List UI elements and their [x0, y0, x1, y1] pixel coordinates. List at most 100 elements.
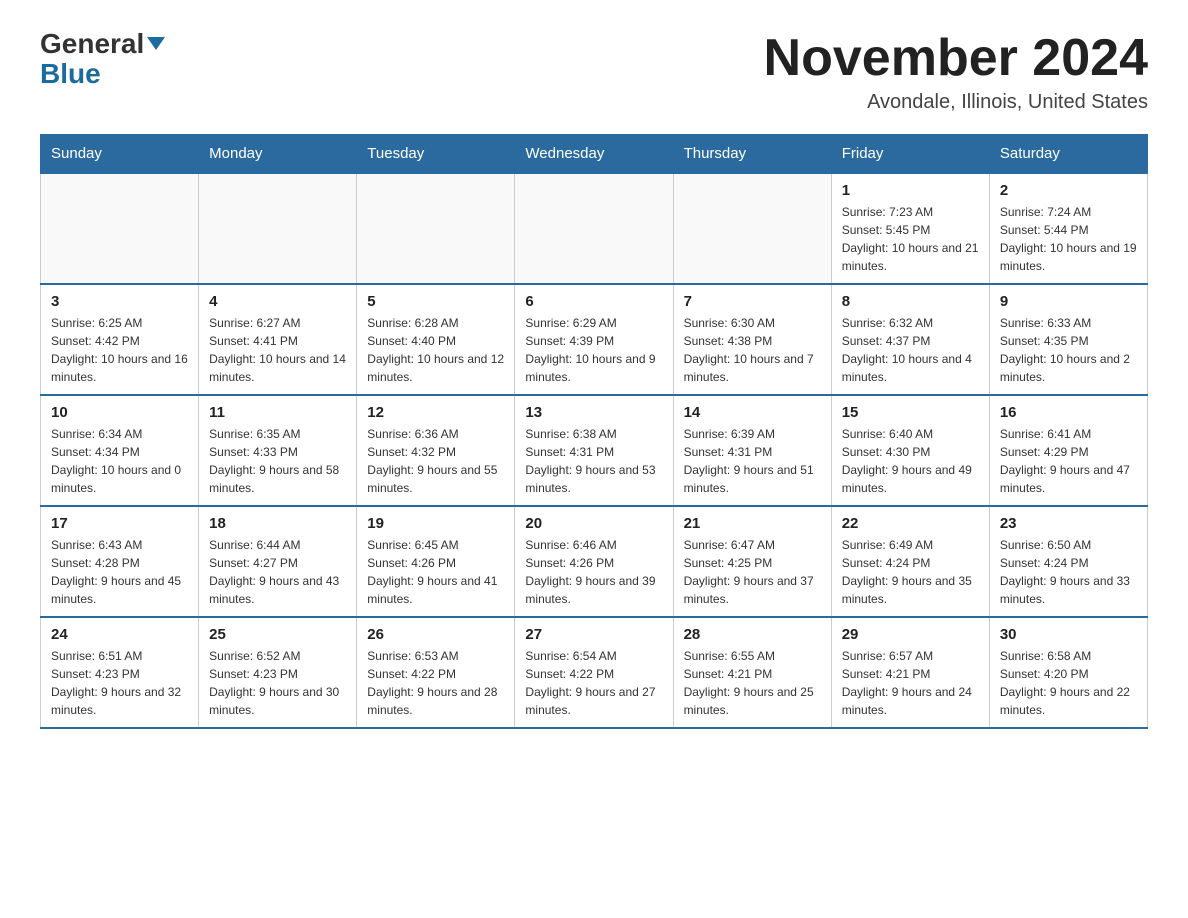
table-row: 24 Sunrise: 6:51 AM Sunset: 4:23 PM Dayli…: [41, 617, 199, 728]
table-row: 29 Sunrise: 6:57 AM Sunset: 4:21 PM Dayli…: [831, 617, 989, 728]
table-row: [41, 173, 199, 284]
sun-info: Sunrise: 6:50 AM Sunset: 4:24 PM Dayligh…: [1000, 536, 1137, 608]
day-number: 4: [209, 293, 346, 310]
table-row: 6Sunrise: 6:29 AM Sunset: 4:39 PM Daylig…: [515, 284, 673, 395]
col-saturday: Saturday: [989, 135, 1147, 174]
table-row: 8 Sunrise: 6:32 AM Sunset: 4:37 PM Daylig…: [831, 284, 989, 395]
table-row: 5Sunrise: 6:28 AM Sunset: 4:40 PM Daylig…: [357, 284, 515, 395]
sun-info: Sunrise: 6:47 AM Sunset: 4:25 PM Dayligh…: [684, 536, 821, 608]
col-monday: Monday: [199, 135, 357, 174]
sun-info: Sunrise: 6:53 AM Sunset: 4:22 PM Dayligh…: [367, 647, 504, 719]
sun-info: Sunrise: 6:58 AM Sunset: 4:20 PM Dayligh…: [1000, 647, 1137, 719]
sun-info: Sunrise: 6:35 AM Sunset: 4:33 PM Dayligh…: [209, 425, 346, 497]
sun-info: Sunrise: 6:33 AM Sunset: 4:35 PM Dayligh…: [1000, 314, 1137, 386]
table-row: 3Sunrise: 6:25 AM Sunset: 4:42 PM Daylig…: [41, 284, 199, 395]
sun-info: Sunrise: 6:44 AM Sunset: 4:27 PM Dayligh…: [209, 536, 346, 608]
table-row: 16 Sunrise: 6:41 AM Sunset: 4:29 PM Dayli…: [989, 395, 1147, 506]
table-row: 12 Sunrise: 6:36 AM Sunset: 4:32 PM Dayli…: [357, 395, 515, 506]
logo-general: General: [40, 30, 165, 58]
table-row: 18 Sunrise: 6:44 AM Sunset: 4:27 PM Dayli…: [199, 506, 357, 617]
day-number: 22: [842, 515, 979, 532]
sun-info: Sunrise: 6:32 AM Sunset: 4:37 PM Dayligh…: [842, 314, 979, 386]
day-number: 10: [51, 404, 188, 421]
sun-info: Sunrise: 6:46 AM Sunset: 4:26 PM Dayligh…: [525, 536, 662, 608]
calendar-week-row: 1 Sunrise: 7:23 AM Sunset: 5:45 PM Daylig…: [41, 173, 1148, 284]
day-number: 12: [367, 404, 504, 421]
col-wednesday: Wednesday: [515, 135, 673, 174]
day-number: 11: [209, 404, 346, 421]
table-row: 14 Sunrise: 6:39 AM Sunset: 4:31 PM Dayli…: [673, 395, 831, 506]
calendar-week-row: 24 Sunrise: 6:51 AM Sunset: 4:23 PM Dayli…: [41, 617, 1148, 728]
sun-info: Sunrise: 6:40 AM Sunset: 4:30 PM Dayligh…: [842, 425, 979, 497]
day-number: 28: [684, 626, 821, 643]
table-row: 23 Sunrise: 6:50 AM Sunset: 4:24 PM Dayli…: [989, 506, 1147, 617]
month-title: November 2024: [764, 30, 1148, 87]
calendar-week-row: 3Sunrise: 6:25 AM Sunset: 4:42 PM Daylig…: [41, 284, 1148, 395]
day-number: 21: [684, 515, 821, 532]
sun-info: Sunrise: 6:52 AM Sunset: 4:23 PM Dayligh…: [209, 647, 346, 719]
table-row: 25 Sunrise: 6:52 AM Sunset: 4:23 PM Dayli…: [199, 617, 357, 728]
sun-info: Sunrise: 6:55 AM Sunset: 4:21 PM Dayligh…: [684, 647, 821, 719]
sun-info: Sunrise: 6:57 AM Sunset: 4:21 PM Dayligh…: [842, 647, 979, 719]
page-header: General Blue November 2024 Avondale, Ill…: [40, 30, 1148, 114]
sun-info: Sunrise: 6:39 AM Sunset: 4:31 PM Dayligh…: [684, 425, 821, 497]
table-row: 21 Sunrise: 6:47 AM Sunset: 4:25 PM Dayli…: [673, 506, 831, 617]
day-number: 29: [842, 626, 979, 643]
col-sunday: Sunday: [41, 135, 199, 174]
table-row: 17 Sunrise: 6:43 AM Sunset: 4:28 PM Dayli…: [41, 506, 199, 617]
table-row: 13Sunrise: 6:38 AM Sunset: 4:31 PM Dayli…: [515, 395, 673, 506]
table-row: [515, 173, 673, 284]
table-row: [673, 173, 831, 284]
sun-info: Sunrise: 6:49 AM Sunset: 4:24 PM Dayligh…: [842, 536, 979, 608]
sun-info: Sunrise: 6:51 AM Sunset: 4:23 PM Dayligh…: [51, 647, 188, 719]
sun-info: Sunrise: 6:43 AM Sunset: 4:28 PM Dayligh…: [51, 536, 188, 608]
table-row: 22 Sunrise: 6:49 AM Sunset: 4:24 PM Dayli…: [831, 506, 989, 617]
day-number: 19: [367, 515, 504, 532]
table-row: 10 Sunrise: 6:34 AM Sunset: 4:34 PM Dayli…: [41, 395, 199, 506]
sun-info: Sunrise: 7:23 AM Sunset: 5:45 PM Dayligh…: [842, 203, 979, 275]
table-row: 1 Sunrise: 7:23 AM Sunset: 5:45 PM Daylig…: [831, 173, 989, 284]
day-number: 3: [51, 293, 188, 310]
day-number: 14: [684, 404, 821, 421]
calendar-table: Sunday Monday Tuesday Wednesday Thursday…: [40, 134, 1148, 729]
table-row: 4 Sunrise: 6:27 AM Sunset: 4:41 PM Daylig…: [199, 284, 357, 395]
day-number: 30: [1000, 626, 1137, 643]
day-number: 1: [842, 182, 979, 199]
sun-info: Sunrise: 6:34 AM Sunset: 4:34 PM Dayligh…: [51, 425, 188, 497]
col-thursday: Thursday: [673, 135, 831, 174]
day-number: 16: [1000, 404, 1137, 421]
calendar-week-row: 10 Sunrise: 6:34 AM Sunset: 4:34 PM Dayli…: [41, 395, 1148, 506]
day-number: 23: [1000, 515, 1137, 532]
table-row: 19Sunrise: 6:45 AM Sunset: 4:26 PM Dayli…: [357, 506, 515, 617]
day-number: 2: [1000, 182, 1137, 199]
calendar-header-row: Sunday Monday Tuesday Wednesday Thursday…: [41, 135, 1148, 174]
table-row: 26 Sunrise: 6:53 AM Sunset: 4:22 PM Dayli…: [357, 617, 515, 728]
table-row: 9 Sunrise: 6:33 AM Sunset: 4:35 PM Daylig…: [989, 284, 1147, 395]
day-number: 7: [684, 293, 821, 310]
day-number: 6: [525, 293, 662, 310]
table-row: 28 Sunrise: 6:55 AM Sunset: 4:21 PM Dayli…: [673, 617, 831, 728]
table-row: 30 Sunrise: 6:58 AM Sunset: 4:20 PM Dayli…: [989, 617, 1147, 728]
day-number: 27: [525, 626, 662, 643]
day-number: 26: [367, 626, 504, 643]
table-row: [199, 173, 357, 284]
day-number: 25: [209, 626, 346, 643]
sun-info: Sunrise: 6:27 AM Sunset: 4:41 PM Dayligh…: [209, 314, 346, 386]
day-number: 24: [51, 626, 188, 643]
day-number: 15: [842, 404, 979, 421]
logo-blue: Blue: [40, 60, 101, 88]
sun-info: Sunrise: 6:28 AM Sunset: 4:40 PM Dayligh…: [367, 314, 504, 386]
table-row: 15 Sunrise: 6:40 AM Sunset: 4:30 PM Dayli…: [831, 395, 989, 506]
day-number: 8: [842, 293, 979, 310]
col-friday: Friday: [831, 135, 989, 174]
sun-info: Sunrise: 6:36 AM Sunset: 4:32 PM Dayligh…: [367, 425, 504, 497]
day-number: 18: [209, 515, 346, 532]
sun-info: Sunrise: 6:41 AM Sunset: 4:29 PM Dayligh…: [1000, 425, 1137, 497]
day-number: 9: [1000, 293, 1137, 310]
calendar-week-row: 17 Sunrise: 6:43 AM Sunset: 4:28 PM Dayli…: [41, 506, 1148, 617]
table-row: 20Sunrise: 6:46 AM Sunset: 4:26 PM Dayli…: [515, 506, 673, 617]
day-number: 17: [51, 515, 188, 532]
sun-info: Sunrise: 7:24 AM Sunset: 5:44 PM Dayligh…: [1000, 203, 1137, 275]
table-row: 2 Sunrise: 7:24 AM Sunset: 5:44 PM Daylig…: [989, 173, 1147, 284]
logo: General Blue: [40, 30, 165, 88]
